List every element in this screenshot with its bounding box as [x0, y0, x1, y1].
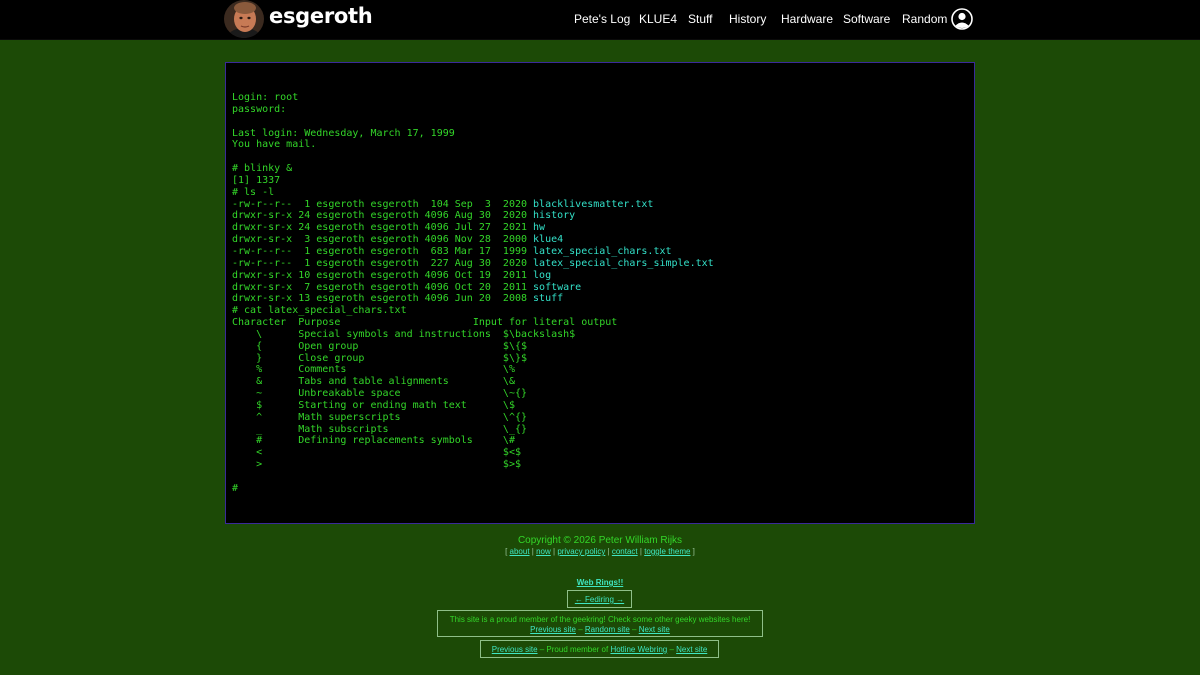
terminal-line-text: # Defining replacements symbols \# [232, 435, 515, 447]
terminal-line-text: # [232, 482, 239, 494]
webrings-link[interactable]: Web Rings!! [577, 578, 624, 587]
nav-klue4[interactable]: KLUE4 [639, 12, 677, 26]
terminal-file-link[interactable]: klue4 [533, 234, 563, 245]
nav-stuff[interactable]: Stuff [688, 12, 712, 26]
terminal-file-link[interactable]: blacklivesmatter.txt [533, 199, 653, 210]
terminal-line-text: drwxr-sr-x 3 esgeroth esgeroth 4096 Nov … [232, 234, 534, 246]
terminal-line-text: { Open group $\{$ [232, 340, 528, 352]
terminal-line-text: [1] 1337 [232, 174, 281, 186]
nav-random[interactable]: Random [902, 12, 947, 26]
terminal-line-text: > $>$ [232, 459, 521, 471]
hotline-member-text: – Proud member of [537, 645, 611, 654]
terminal-file-link[interactable]: stuff [533, 293, 563, 304]
dash: – [629, 625, 639, 634]
terminal-line-text: You have mail. [232, 139, 317, 151]
terminal-file-link[interactable]: history [533, 210, 575, 221]
terminal-output: Login: root password: Last login: Wednes… [232, 92, 714, 495]
top-navigation-bar: esgeroth Pete's Log KLUE4 Stuff History … [0, 0, 1200, 40]
nav-hardware[interactable]: Hardware [781, 12, 833, 26]
nav-history[interactable]: History [729, 12, 766, 26]
geekring-text: This site is a proud member of the geekr… [449, 615, 751, 624]
terminal-line-text: -rw-r--r-- 1 esgeroth esgeroth 104 Sep 3… [232, 198, 534, 210]
terminal-line-text: ^ Math superscripts \^{} [232, 411, 528, 423]
about-link[interactable]: about [510, 547, 530, 556]
terminal-file-link[interactable]: latex_special_chars_simple.txt [533, 258, 714, 269]
fediring-link[interactable]: ← Fediring → [575, 595, 624, 604]
terminal-line-text: # cat latex_special_chars.txt [232, 305, 407, 317]
terminal-line-text: drwxr-sr-x 10 esgeroth esgeroth 4096 Oct… [232, 269, 534, 281]
terminal-line-text: # blinky & [232, 163, 293, 175]
geekring-next-link[interactable]: Next site [639, 625, 670, 634]
terminal-file-link[interactable]: hw [533, 222, 545, 233]
bracket-close: ] [690, 547, 695, 556]
terminal-line-text: % Comments \% [232, 364, 515, 376]
terminal-line-text: } Close group $\}$ [232, 352, 528, 364]
terminal-line-text: drwxr-sr-x 13 esgeroth esgeroth 4096 Jun… [232, 293, 534, 305]
terminal-line-text: -rw-r--r-- 1 esgeroth esgeroth 683 Mar 1… [232, 245, 534, 257]
terminal-line-text: password: [232, 103, 287, 115]
site-brand[interactable]: esgeroth [269, 4, 373, 28]
now-link[interactable]: now [536, 547, 551, 556]
terminal-line-text: < $<$ [232, 447, 521, 459]
contact-link[interactable]: contact [612, 547, 638, 556]
dash: – [575, 625, 585, 634]
terminal-file-link[interactable]: latex_special_chars.txt [533, 246, 671, 257]
terminal-line-text: drwxr-sr-x 24 esgeroth esgeroth 4096 Aug… [232, 210, 534, 222]
terminal-line-text: \ Special symbols and instructions $\bac… [232, 328, 576, 340]
hotline-webring-box: Previous site – Proud member of Hotline … [480, 640, 719, 658]
copyright-text: Copyright © 2026 Peter William Rijks [517, 535, 683, 546]
geekring-previous-link[interactable]: Previous site [530, 625, 576, 634]
webrings-heading: Web Rings!! [0, 578, 1200, 587]
hotline-next-link[interactable]: Next site [676, 645, 707, 654]
terminal-line-text: & Tabs and table alignments \& [232, 376, 515, 388]
toggle-theme-link[interactable]: toggle theme [644, 547, 690, 556]
terminal-line-text: Login: root [232, 92, 299, 103]
terminal-line-text: Character Purpose Input for literal outp… [232, 317, 618, 329]
terminal-window: Login: root password: Last login: Wednes… [225, 62, 975, 524]
terminal-file-link[interactable]: log [533, 270, 551, 281]
terminal-line-text: ~ Unbreakable space \~{} [232, 388, 528, 400]
fediring-box: ← Fediring → [567, 590, 632, 608]
hotline-previous-link[interactable]: Previous site [492, 645, 538, 654]
terminal-file-link[interactable]: software [533, 282, 581, 293]
terminal-line-text: -rw-r--r-- 1 esgeroth esgeroth 227 Aug 3… [232, 257, 534, 269]
hotline-webring-link[interactable]: Hotline Webring [610, 645, 667, 654]
terminal-line-text: # ls -l [232, 186, 275, 198]
terminal-line-text: Last login: Wednesday, March 17, 1999 [232, 127, 455, 139]
terminal-line-text: _ Math subscripts \_{} [232, 423, 528, 435]
site-logo-avatar[interactable] [224, 0, 264, 38]
terminal-line-text: $ Starting or ending math text \$ [232, 399, 515, 411]
dash: – [667, 645, 677, 654]
geekring-random-link[interactable]: Random site [585, 625, 630, 634]
nav-petes-log[interactable]: Pete's Log [574, 12, 630, 26]
privacy-policy-link[interactable]: privacy policy [557, 547, 605, 556]
user-account-icon[interactable] [951, 8, 973, 30]
terminal-line-text: drwxr-sr-x 24 esgeroth esgeroth 4096 Jul… [232, 222, 534, 234]
terminal-line-text: drwxr-sr-x 7 esgeroth esgeroth 4096 Oct … [232, 281, 534, 293]
geekring-box: This site is a proud member of the geekr… [437, 610, 763, 637]
nav-software[interactable]: Software [843, 12, 890, 26]
footer-links: [ about | now | privacy policy | contact… [0, 547, 1200, 556]
